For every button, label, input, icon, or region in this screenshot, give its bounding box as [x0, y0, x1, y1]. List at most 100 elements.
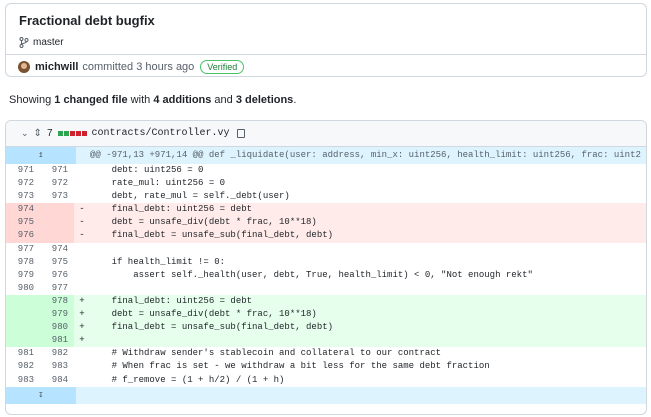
- old-line-number[interactable]: 971: [6, 164, 40, 177]
- diff-line-ctx: 980 977: [6, 282, 646, 295]
- diff-line-del: 974 - final_debt: uint256 = debt: [6, 203, 646, 217]
- new-line-number[interactable]: 977: [40, 282, 74, 295]
- diff-sign: [74, 347, 90, 360]
- new-line-number[interactable]: [40, 216, 74, 230]
- old-line-number[interactable]: [6, 308, 40, 322]
- old-line-number[interactable]: 981: [6, 347, 40, 360]
- diff-sign: +: [79, 322, 85, 333]
- commit-time: committed 3 hours ago: [82, 61, 195, 73]
- diff-line-ctx: 983 984 # f_remove = (1 + h/2) / (1 + h): [6, 374, 646, 387]
- diffstat-blocks: [57, 131, 87, 136]
- diff-sign: [74, 360, 90, 373]
- old-line-number[interactable]: 972: [6, 177, 40, 190]
- verified-badge[interactable]: Verified: [200, 60, 245, 74]
- diffstat-add-block: [57, 131, 63, 136]
- code-line: final_debt: uint256 = debt: [90, 295, 253, 306]
- diff-sign: [74, 256, 90, 269]
- diff-sign: +: [79, 335, 85, 346]
- diff-sign: [74, 177, 90, 190]
- new-line-number[interactable]: 980: [40, 321, 74, 335]
- old-line-number[interactable]: 979: [6, 269, 40, 282]
- chevron-down-icon[interactable]: ⌄: [21, 128, 29, 139]
- diffstat-del-block: [75, 131, 81, 136]
- diffstat-del-block: [69, 131, 75, 136]
- diff-sign: +: [79, 295, 85, 306]
- code-line: debt = unsafe_div(debt * frac, 10**18): [90, 217, 317, 228]
- old-line-number[interactable]: 973: [6, 190, 40, 203]
- diff-sign: -: [79, 204, 85, 215]
- new-line-number[interactable]: 974: [40, 243, 74, 256]
- new-line-number[interactable]: 981: [40, 334, 74, 348]
- code-line: # f_remove = (1 + h/2) / (1 + h): [90, 374, 285, 385]
- avatar[interactable]: [18, 61, 30, 73]
- diff-line-ctx: 973 973 debt, rate_mul = self._debt(user): [6, 190, 646, 203]
- new-line-number[interactable]: 979: [40, 308, 74, 322]
- file-name[interactable]: contracts/Controller.vy: [92, 128, 230, 139]
- old-line-number[interactable]: 974: [6, 203, 40, 217]
- new-line-number[interactable]: 971: [40, 164, 74, 177]
- branch-label[interactable]: master: [19, 37, 64, 48]
- old-line-number[interactable]: 983: [6, 374, 40, 387]
- new-line-number[interactable]: 973: [40, 190, 74, 203]
- old-line-number[interactable]: [6, 294, 40, 309]
- new-line-number[interactable]: 972: [40, 177, 74, 190]
- new-line-number[interactable]: [40, 229, 74, 243]
- diff-line-ctx: 977 974: [6, 243, 646, 256]
- code-line: final_debt = unsafe_sub(final_debt, debt…: [90, 230, 334, 241]
- diff-line-ctx: 971 971 debt: uint256 = 0: [6, 164, 646, 177]
- expand-down-icon[interactable]: ↧: [6, 386, 76, 404]
- code-line: if health_limit != 0:: [90, 256, 226, 267]
- hunk-header: ↥ @@ -971,13 +971,14 @@ def _liquidate(u…: [6, 147, 646, 164]
- diff-line-ctx: 972 972 rate_mul: uint256 = 0: [6, 177, 646, 190]
- diff-sign: [74, 282, 90, 295]
- new-line-number[interactable]: [40, 203, 74, 217]
- old-line-number[interactable]: [6, 321, 40, 335]
- old-line-number[interactable]: 976: [6, 229, 40, 243]
- code-line: debt, rate_mul = self._debt(user): [90, 191, 290, 202]
- code-line: rate_mul: uint256 = 0: [90, 178, 226, 189]
- expand-down-row[interactable]: ↧: [6, 386, 646, 404]
- diff-line-ctx: 981 982 # Withdraw sender's stablecoin an…: [6, 347, 646, 360]
- expand-up-icon[interactable]: ↥: [6, 147, 76, 164]
- code-line: # Withdraw sender's stablecoin and colla…: [90, 348, 442, 359]
- new-line-number[interactable]: 984: [40, 374, 74, 387]
- author-link[interactable]: michwill: [35, 61, 78, 73]
- diff-line-del: 976 - final_debt = unsafe_sub(final_debt,…: [6, 229, 646, 243]
- diff-line-add: 980 + final_debt = unsafe_sub(final_debt,…: [6, 321, 646, 335]
- copy-icon[interactable]: [236, 129, 245, 138]
- old-line-number[interactable]: 982: [6, 360, 40, 373]
- branch-name: master: [33, 37, 64, 48]
- diff-sign: [74, 190, 90, 203]
- diff-sign: [74, 269, 90, 282]
- code-line: debt: uint256 = 0: [90, 165, 204, 175]
- git-branch-icon: [19, 37, 29, 48]
- diff-line-add: 981 +: [6, 334, 646, 348]
- unfold-icon[interactable]: ⇕: [34, 128, 42, 139]
- diff-line-add: 978 + final_debt: uint256 = debt: [6, 294, 646, 309]
- diff-line-del: 975 - debt = unsafe_div(debt * frac, 10**…: [6, 216, 646, 230]
- diff-sign: -: [79, 217, 85, 228]
- diff-line-ctx: 982 983 # When frac is set - we withdraw …: [6, 360, 646, 373]
- new-line-number[interactable]: 982: [40, 347, 74, 360]
- old-line-number[interactable]: 975: [6, 216, 40, 230]
- code-line: final_debt: uint256 = debt: [90, 204, 253, 215]
- old-line-number[interactable]: [6, 334, 40, 348]
- old-line-number[interactable]: 980: [6, 282, 40, 295]
- diff-sign: [74, 374, 90, 387]
- new-line-number[interactable]: 975: [40, 256, 74, 269]
- new-line-number[interactable]: 983: [40, 360, 74, 373]
- new-line-number[interactable]: 978: [40, 294, 74, 309]
- new-line-number[interactable]: 976: [40, 269, 74, 282]
- file-diff: ⌄ ⇕ 7 contracts/Controller.vy ↥ @@ -971,…: [5, 120, 647, 415]
- old-line-number[interactable]: 977: [6, 243, 40, 256]
- diff-line-add: 979 + debt = unsafe_div(debt * frac, 10**…: [6, 308, 646, 322]
- old-line-number[interactable]: 978: [6, 256, 40, 269]
- commit-meta: michwill committed 3 hours ago Verified: [6, 54, 646, 79]
- diff-summary: Showing 1 changed file with 4 additions …: [9, 94, 297, 106]
- diffstat-del-block: [81, 131, 87, 136]
- file-header: ⌄ ⇕ 7 contracts/Controller.vy: [6, 121, 646, 147]
- diff-sign: [74, 164, 90, 177]
- diff-line-ctx: 978 975 if health_limit != 0:: [6, 256, 646, 269]
